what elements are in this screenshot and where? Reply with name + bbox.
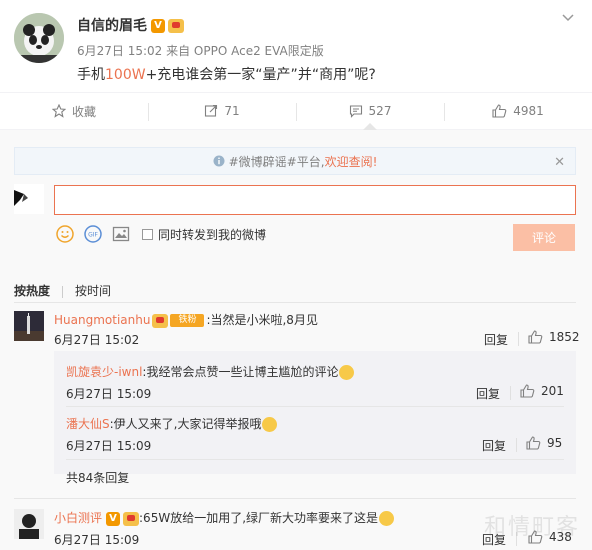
- forward-checkbox-label[interactable]: 同时转发到我的微博: [158, 226, 266, 243]
- like-icon: [528, 330, 543, 344]
- member-crown-icon: [168, 19, 184, 33]
- subreply-time: 6月27日 15:09: [66, 387, 152, 401]
- subreply-text-line: 潘大仙S:伊人又来了,大家记得举报哦: [66, 415, 278, 432]
- smirk-emoji-icon: [339, 365, 355, 380]
- subreply-like-button[interactable]: 201: [520, 384, 564, 398]
- comment-time: 6月27日 15:02: [54, 333, 140, 347]
- favorite-button[interactable]: 收藏: [0, 93, 148, 129]
- notice-link[interactable]: 欢迎查阅!: [325, 153, 378, 170]
- comment-like-count: 1852: [549, 330, 580, 344]
- comment-reply-button[interactable]: 回复: [484, 331, 508, 348]
- shock-emoji-icon: [262, 417, 278, 432]
- weibo-post: 自信的眉毛 V 6月27日 15:02 来自 OPPO Ace2 EVA限定版 手…: [0, 0, 592, 92]
- image-icon[interactable]: [112, 225, 130, 243]
- comment-button[interactable]: 527: [296, 93, 444, 130]
- comment-time: 6月27日 15:09: [54, 533, 140, 547]
- comment-icon: [349, 105, 362, 118]
- member-crown-icon: [152, 313, 169, 328]
- comment-count: 527: [368, 104, 392, 118]
- post-meta: 6月27日 15:02 来自 OPPO Ace2 EVA限定版: [77, 44, 324, 58]
- subreply-username[interactable]: 潘大仙S: [66, 417, 110, 431]
- emoji-icon[interactable]: [56, 225, 74, 243]
- divider: [66, 406, 564, 407]
- subreply-like-count: 201: [541, 384, 564, 398]
- comment-text: :65W放给一加用了,绿厂新大功率要来了这是: [139, 511, 379, 525]
- comment-input[interactable]: [54, 185, 576, 215]
- like-button[interactable]: 4981: [444, 93, 592, 129]
- post-text: 手机100W+充电谁会第一家“量产”并“商用”呢?: [77, 64, 376, 84]
- svg-text:GIF: GIF: [88, 232, 98, 239]
- watermark: 和情町客: [483, 515, 580, 540]
- subreply-username[interactable]: 凯旋袁少-iwnl: [66, 365, 142, 379]
- verified-badge-icon: V: [106, 511, 121, 526]
- like-icon: [492, 104, 507, 118]
- post-author[interactable]: 自信的眉毛 V: [77, 15, 184, 35]
- verified-badge-icon: V: [151, 19, 165, 33]
- rumor-notice-banner: #微博辟谣#平台, 欢迎查阅! ✕: [14, 147, 576, 175]
- subreply-reply-button[interactable]: 回复: [476, 385, 500, 402]
- subreply-reply-button[interactable]: 回复: [482, 437, 506, 454]
- tab-sort-time[interactable]: 按时间: [75, 282, 111, 299]
- subreply-time: 6月27日 15:09: [66, 439, 152, 453]
- comment-sort-tabs: 按热度 按时间: [14, 282, 576, 302]
- comment-username[interactable]: 小白测评: [54, 511, 102, 525]
- repost-button[interactable]: 71: [148, 93, 296, 129]
- comment-like-button[interactable]: 1852: [528, 330, 580, 344]
- divider: [516, 438, 517, 452]
- like-count: 4981: [513, 104, 544, 118]
- post-text-highlight: 100W: [105, 67, 146, 83]
- author-avatar[interactable]: [14, 13, 64, 63]
- divider: [66, 459, 564, 460]
- divider: [518, 332, 519, 346]
- fan-badge: 铁粉: [170, 314, 205, 327]
- subreply-text: :伊人又来了,大家记得举报哦: [109, 417, 262, 431]
- gif-icon[interactable]: GIF: [84, 225, 102, 243]
- subreply-text: :我经常会点赞一些让博主尴尬的评论: [142, 365, 339, 379]
- subreply-like-count: 95: [547, 436, 563, 450]
- tab-sort-hot[interactable]: 按热度: [14, 282, 50, 299]
- forward-checkbox[interactable]: [142, 228, 153, 240]
- comment-text-line: 小白测评 V :65W放给一加用了,绿厂新大功率要来了这是: [54, 509, 395, 526]
- post-text-suffix: +充电谁会第一家“量产”并“商用”呢?: [145, 67, 376, 83]
- tab-divider: [62, 285, 64, 298]
- divider: [14, 498, 576, 499]
- like-icon: [520, 384, 535, 398]
- info-icon: [213, 155, 225, 167]
- like-icon: [526, 436, 541, 450]
- member-crown-icon: [123, 511, 140, 526]
- comment-username[interactable]: Huangmotianhu: [54, 313, 150, 327]
- author-name[interactable]: 自信的眉毛: [77, 18, 147, 34]
- close-icon[interactable]: ✕: [554, 155, 565, 170]
- share-icon: [205, 104, 218, 117]
- comment-toolbar: GIF 同时转发到我的微博: [56, 225, 266, 243]
- comments-section: #微博辟谣#平台, 欢迎查阅! ✕ GIF 同时转发到我的微博 评论 按热度 按时间…: [0, 130, 592, 550]
- repost-count: 71: [224, 104, 240, 118]
- post-action-bar: 收藏 71 527 4981: [0, 92, 592, 130]
- subreply-like-button[interactable]: 95: [526, 436, 562, 450]
- comment-avatar[interactable]: [14, 311, 44, 341]
- hand-emoji-icon: [379, 511, 395, 526]
- divider: [510, 386, 511, 400]
- divider: [14, 302, 576, 303]
- current-user-avatar: [14, 184, 44, 214]
- comment-text-line: Huangmotianhu 铁粉:当然是小米啦,8月见: [54, 311, 318, 328]
- subreply-text-line: 凯旋袁少-iwnl:我经常会点赞一些让博主尴尬的评论: [66, 363, 355, 380]
- chevron-down-icon[interactable]: [562, 12, 574, 24]
- comment-avatar[interactable]: [14, 509, 44, 539]
- star-icon: [51, 104, 66, 118]
- more-replies-link[interactable]: 共84条回复: [66, 469, 129, 486]
- comment-text: :当然是小米啦,8月见: [206, 313, 318, 327]
- favorite-label: 收藏: [71, 104, 96, 119]
- sub-replies-box: 凯旋袁少-iwnl:我经常会点赞一些让博主尴尬的评论 6月27日 15:09 回…: [54, 351, 576, 474]
- notice-hashtag[interactable]: #微博辟谣#平台,: [229, 153, 325, 170]
- post-text-prefix: 手机: [77, 67, 105, 83]
- submit-comment-button[interactable]: 评论: [513, 224, 575, 251]
